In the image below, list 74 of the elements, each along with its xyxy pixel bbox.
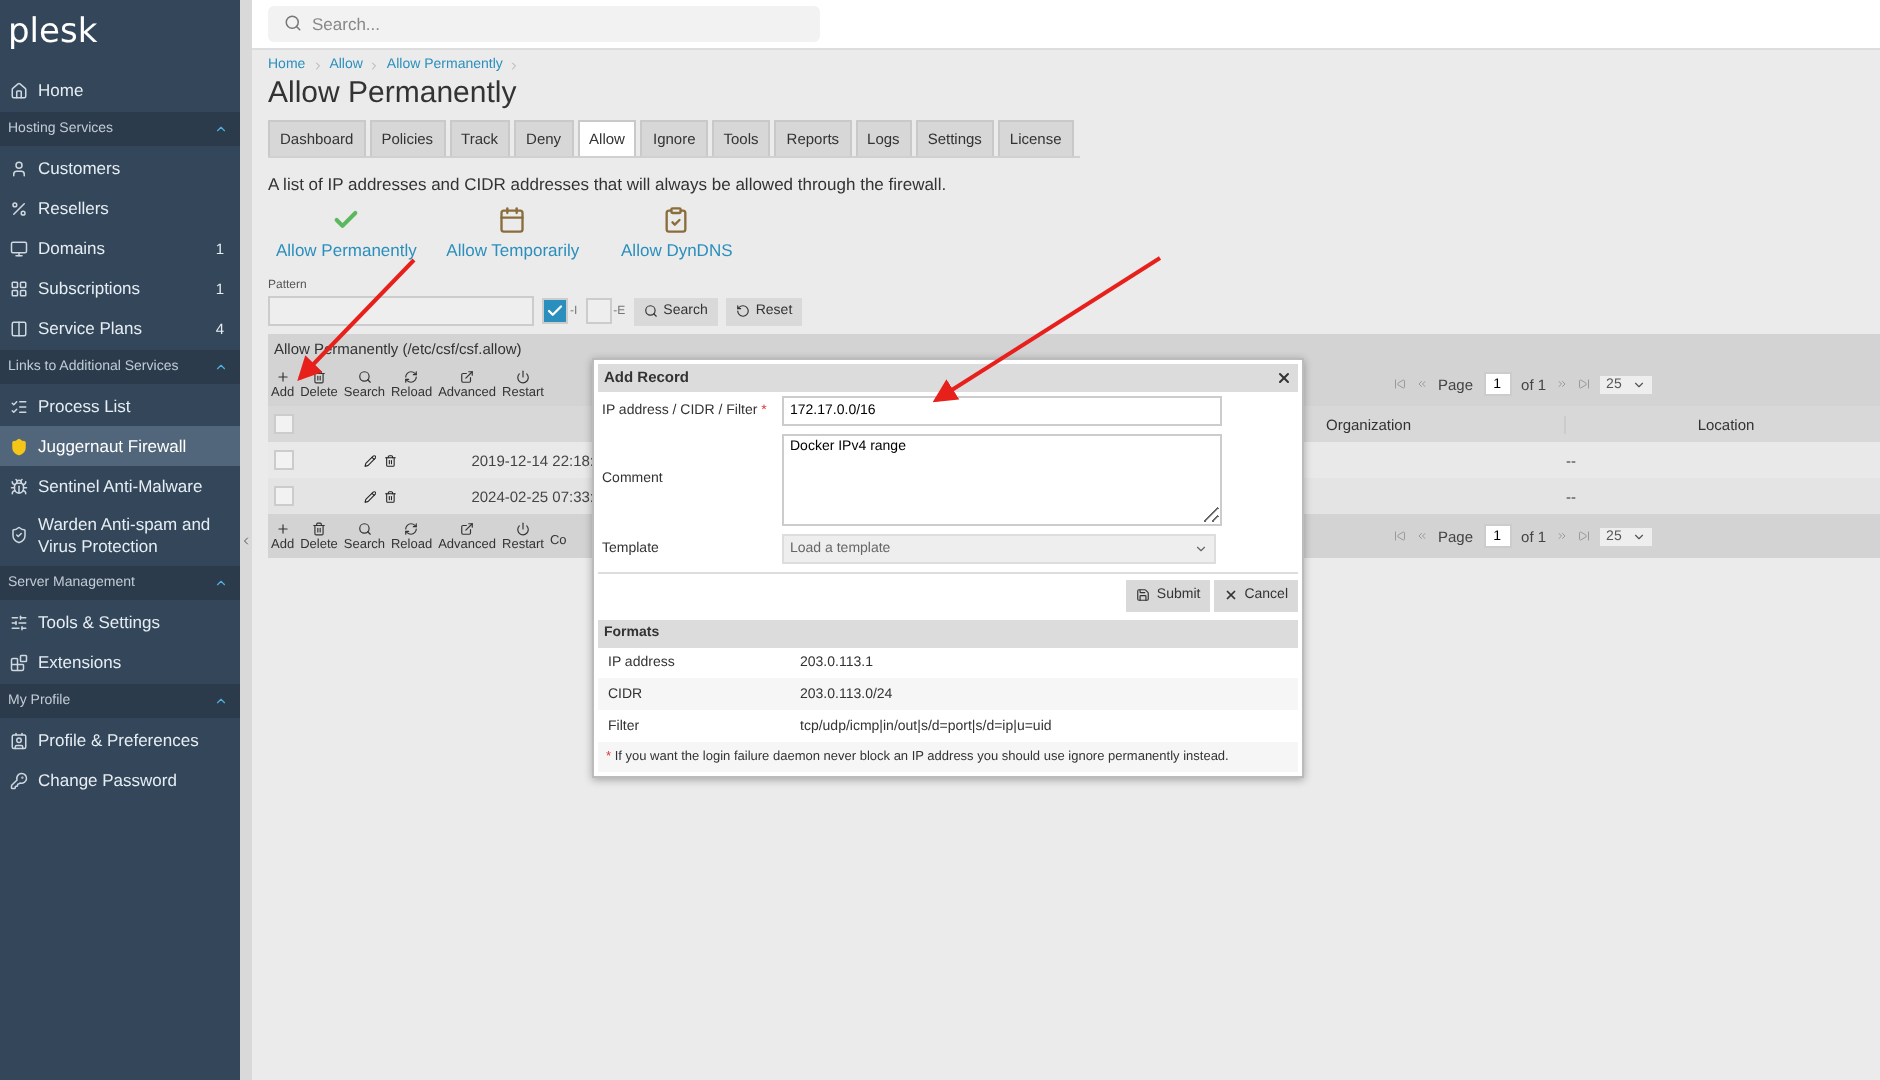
grid-icon bbox=[10, 279, 28, 297]
select-all-checkbox[interactable] bbox=[274, 414, 294, 434]
chevron-right-icon bbox=[311, 59, 324, 71]
close-icon bbox=[1224, 588, 1239, 603]
person-icon bbox=[10, 159, 28, 177]
chevron-down-icon bbox=[1631, 377, 1646, 391]
house-icon bbox=[10, 81, 28, 99]
shield-check-icon bbox=[10, 526, 28, 545]
page-title: Allow Permanently bbox=[268, 76, 519, 110]
monitor-icon bbox=[10, 239, 28, 257]
sidebar-item[interactable]: Process List bbox=[0, 386, 240, 426]
first-page-icon[interactable] bbox=[1394, 530, 1406, 542]
clipboard-check-icon bbox=[662, 206, 691, 234]
previous-page-icon[interactable] bbox=[1416, 378, 1428, 390]
external-link-icon bbox=[460, 369, 475, 383]
sidebar-item[interactable]: Resellers bbox=[0, 188, 240, 228]
pencil-icon[interactable] bbox=[363, 489, 377, 503]
sliders-icon bbox=[10, 613, 28, 632]
trash-icon[interactable] bbox=[383, 489, 397, 503]
plus-icon bbox=[275, 521, 290, 535]
checkbox[interactable] bbox=[542, 298, 568, 324]
refresh-icon bbox=[404, 521, 419, 535]
pattern-field[interactable] bbox=[268, 296, 534, 326]
chevron-right-icon bbox=[508, 59, 521, 71]
collapse-sidebar-icon[interactable] bbox=[240, 533, 252, 547]
trash-icon bbox=[311, 369, 326, 383]
last-page-icon[interactable] bbox=[1578, 378, 1591, 390]
refresh-icon bbox=[404, 369, 419, 383]
logo[interactable]: plesk bbox=[0, 0, 240, 70]
chevron-right-icon bbox=[368, 59, 381, 71]
search-icon bbox=[284, 14, 302, 32]
sidebar-item[interactable]: Change Password bbox=[0, 760, 240, 801]
row-checkbox[interactable] bbox=[274, 450, 294, 470]
last-page-icon[interactable] bbox=[1578, 530, 1591, 542]
sidebar-item[interactable]: Extensions bbox=[0, 642, 240, 683]
calendar-icon bbox=[498, 206, 527, 234]
sidebar-item[interactable]: Juggernaut Firewall bbox=[0, 426, 240, 466]
chevron-down-icon bbox=[1631, 529, 1646, 543]
trash-icon bbox=[311, 521, 326, 535]
sidebar-item[interactable]: Customers bbox=[0, 148, 240, 188]
reset-icon bbox=[735, 304, 750, 318]
key-icon bbox=[10, 771, 28, 790]
bug-icon bbox=[10, 477, 28, 495]
sidebar-item[interactable]: Home bbox=[0, 70, 240, 110]
contact-card-icon bbox=[10, 731, 28, 750]
description-text: A list of IP addresses and CIDR addresses that will always be allowed through the firewall. bbox=[268, 174, 949, 194]
power-icon bbox=[515, 369, 530, 383]
close-icon[interactable] bbox=[1276, 369, 1292, 386]
search-icon bbox=[357, 369, 372, 383]
blocks-icon bbox=[10, 653, 28, 672]
trash-icon[interactable] bbox=[383, 453, 397, 467]
sidebar-item[interactable]: Warden Anti-spam and Virus Protection bbox=[0, 506, 240, 565]
search-field[interactable]: Search... bbox=[268, 6, 820, 42]
checkmark-icon bbox=[546, 302, 564, 320]
chevron-down-icon bbox=[1194, 541, 1208, 556]
power-icon bbox=[515, 521, 530, 535]
checkmark-icon bbox=[332, 206, 361, 234]
external-link-icon bbox=[460, 521, 475, 535]
sidebar-item[interactable]: Profile & Preferences bbox=[0, 720, 240, 761]
percent-icon bbox=[10, 199, 28, 217]
shield-icon bbox=[10, 437, 28, 455]
save-icon bbox=[1136, 588, 1151, 603]
first-page-icon[interactable] bbox=[1394, 378, 1406, 390]
columns-icon bbox=[10, 319, 28, 337]
plus-icon bbox=[275, 369, 290, 383]
search-icon bbox=[357, 521, 372, 535]
sidebar-item[interactable]: Tools & Settings bbox=[0, 602, 240, 643]
search-icon bbox=[643, 304, 658, 318]
pencil-icon[interactable] bbox=[363, 453, 377, 467]
checkbox[interactable] bbox=[585, 298, 612, 324]
list-icon bbox=[10, 397, 28, 415]
sidebar-item[interactable]: Sentinel Anti-Malware bbox=[0, 466, 240, 506]
previous-page-icon[interactable] bbox=[1416, 530, 1428, 542]
row-checkbox[interactable] bbox=[274, 486, 294, 506]
